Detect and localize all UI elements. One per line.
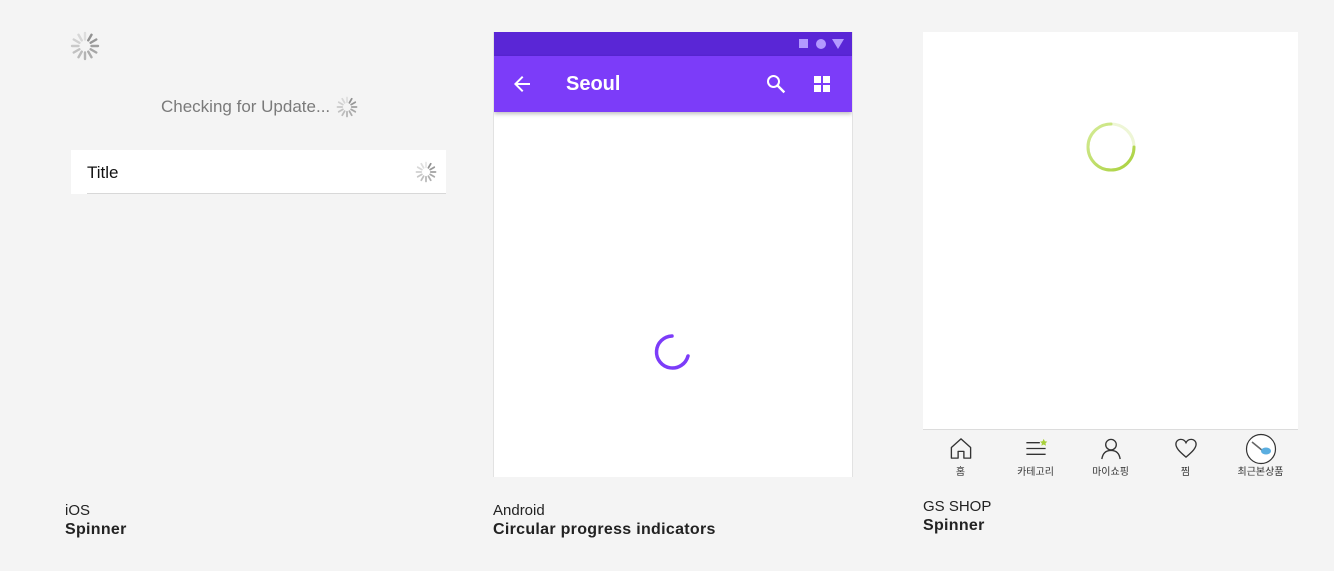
android-caption: Android Circular progress indicators xyxy=(493,502,716,539)
recent-item-icon xyxy=(1245,433,1276,465)
android-screen: Seoul xyxy=(493,32,853,477)
gsshop-screen: 홈 카테고리 마이쇼핑 찜 최근본상품 xyxy=(923,32,1298,478)
tab-home[interactable]: 홈 xyxy=(923,430,998,478)
spinner-spoke xyxy=(338,101,344,106)
spinner-spoke xyxy=(87,50,93,59)
spinner-spoke xyxy=(429,166,436,171)
circle-icon xyxy=(816,39,826,49)
spinner-spoke xyxy=(427,162,432,169)
tab-label: 찜 xyxy=(1180,467,1191,478)
triangle-icon xyxy=(832,39,844,49)
caption-component-name: Spinner xyxy=(923,517,985,534)
spinner-spoke xyxy=(341,97,346,104)
spinner-spoke xyxy=(77,50,83,59)
spinner-spoke xyxy=(427,175,432,182)
spinner-spoke xyxy=(350,108,357,113)
grid-icon[interactable] xyxy=(810,72,834,96)
caption-platform: Android xyxy=(493,502,545,519)
checking-update-row: Checking for Update... xyxy=(161,96,358,118)
spinner-spoke xyxy=(87,33,93,42)
spinner-spoke xyxy=(420,162,425,169)
spinner-spoke xyxy=(72,38,81,44)
spinner-spoke xyxy=(420,175,425,182)
ios-caption: iOS Spinner xyxy=(65,502,127,539)
square-icon xyxy=(799,39,808,48)
spinner-spoke xyxy=(348,110,353,117)
caption-component-name: Spinner xyxy=(65,521,127,538)
arrow-back-icon[interactable] xyxy=(510,72,534,96)
caption-component-name: Circular progress indicators xyxy=(493,521,716,538)
ios-table-row[interactable]: Title xyxy=(71,150,446,194)
caption-platform: GS SHOP xyxy=(923,498,992,515)
spinner-spoke xyxy=(77,33,83,42)
ios-spinner-icon xyxy=(415,161,437,183)
tab-category[interactable]: 카테고리 xyxy=(998,430,1073,478)
spinner-spoke xyxy=(416,166,423,171)
bottom-tab-bar: 홈 카테고리 마이쇼핑 찜 최근본상품 xyxy=(923,429,1298,478)
spinner-spoke xyxy=(89,48,98,54)
spinner-spoke xyxy=(89,38,98,44)
category-icon xyxy=(1025,438,1047,455)
tab-label: 마이쇼핑 xyxy=(1092,467,1129,478)
ios-spinner-icon xyxy=(70,31,100,61)
spinner-spoke xyxy=(350,101,357,106)
checking-update-text: Checking for Update... xyxy=(161,97,331,116)
heart-icon xyxy=(1174,438,1197,459)
spinner-spoke xyxy=(348,97,353,104)
circular-progress-indicator xyxy=(654,334,690,370)
row-divider xyxy=(87,193,446,194)
tab-label: 카테고리 xyxy=(1017,467,1054,478)
gsshop-caption: GS SHOP Spinner xyxy=(923,498,991,535)
person-icon xyxy=(1100,438,1121,460)
spinner-spoke xyxy=(429,173,436,178)
search-icon[interactable] xyxy=(764,72,788,96)
gsshop-spinner xyxy=(1086,122,1136,172)
row-title: Title xyxy=(87,163,119,182)
spinner-spoke xyxy=(416,173,423,178)
tab-label: 홈 xyxy=(955,467,966,478)
app-bar: Seoul xyxy=(494,56,852,112)
tab-my-shopping[interactable]: 마이쇼핑 xyxy=(1073,430,1148,478)
spinner-spoke xyxy=(72,48,81,54)
spinner-spoke xyxy=(341,110,346,117)
caption-platform: iOS xyxy=(65,502,91,519)
status-bar xyxy=(494,32,852,56)
app-bar-title: Seoul xyxy=(566,73,621,95)
spinner-spoke xyxy=(338,108,344,113)
home-icon xyxy=(950,438,971,459)
tab-label: 최근본상품 xyxy=(1237,467,1284,478)
tab-recently-viewed[interactable]: 최근본상품 xyxy=(1223,430,1298,478)
ios-spinner-icon xyxy=(336,96,358,118)
tab-wishlist[interactable]: 찜 xyxy=(1148,430,1223,478)
